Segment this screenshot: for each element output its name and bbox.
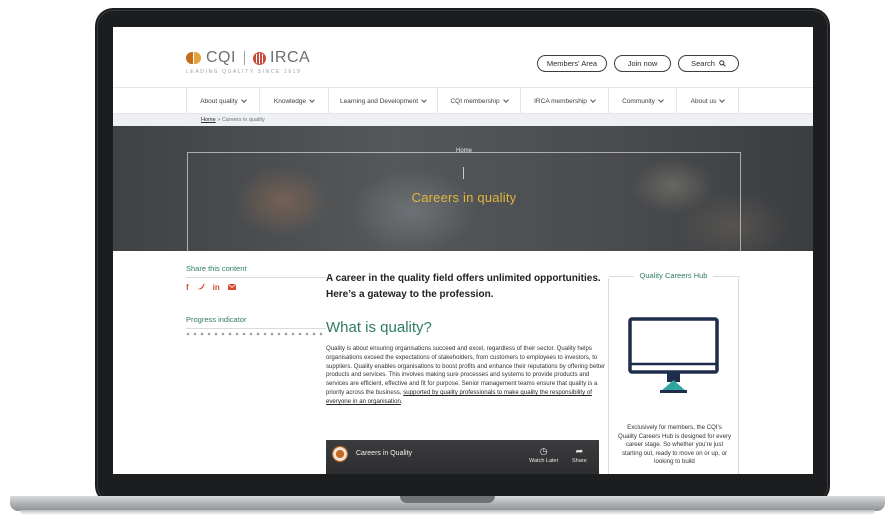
progress-label: Progress indicator [186, 315, 326, 329]
breadcrumb-separator: > [217, 117, 221, 123]
nav-learning-development[interactable]: Learning and Development [328, 88, 437, 114]
search-icon [719, 60, 726, 67]
share-label: Share this content [186, 264, 326, 278]
email-icon[interactable] [227, 283, 237, 292]
facebook-icon[interactable]: f [186, 283, 189, 292]
hub-title[interactable]: Quality Careers Hub [633, 271, 714, 280]
intro-text: A career in the quality field offers unl… [326, 273, 601, 300]
nav-label: About us [690, 97, 717, 105]
twitter-icon[interactable] [196, 283, 205, 292]
section-heading: What is quality? [326, 319, 432, 336]
members-area-button[interactable]: Members' Area [537, 55, 607, 72]
logo-tagline: LEADING QUALITY SINCE 1919 [186, 69, 302, 75]
cqi-logo-icon [186, 52, 202, 64]
join-now-button[interactable]: Join now [614, 55, 671, 72]
laptop-notch [400, 496, 495, 503]
clock-icon: ◷ [539, 446, 548, 456]
chevron-down-icon [421, 97, 427, 103]
twitter-bird-icon [196, 283, 205, 290]
page-title: Careers in quality [411, 190, 517, 205]
nav-irca-membership[interactable]: IRCA membership [520, 88, 608, 114]
browser-screen: CQI IRCA LEADING QUALITY SINCE 1919 Memb… [113, 27, 813, 474]
nav-label: Learning and Development [339, 97, 419, 105]
search-button[interactable]: Search [678, 55, 739, 72]
chevron-down-icon [658, 97, 664, 103]
nav-label: CQI membership [450, 97, 500, 105]
share-arrow-icon: ➦ [575, 446, 584, 456]
channel-avatar[interactable] [332, 446, 348, 462]
nav-label: Knowledge [273, 97, 307, 105]
hero-banner: Home Careers in quality [113, 126, 813, 251]
breadcrumb-current: Careers in quality [221, 117, 265, 123]
share-label-video: Share [572, 458, 587, 464]
nav-about-us[interactable]: About us [676, 88, 739, 114]
social-share-links: f in [186, 283, 326, 292]
main-content: A career in the quality field offers unl… [326, 271, 609, 407]
careers-hub-panel: Quality Careers Hub Exclusively for memb… [608, 271, 740, 474]
nav-about-quality[interactable]: About quality [186, 88, 259, 114]
irca-globe-icon [252, 51, 266, 65]
envelope-icon [227, 283, 237, 290]
video-title[interactable]: Careers in Quality [356, 450, 412, 457]
members-area-label: Members' Area [546, 59, 598, 68]
nav-knowledge[interactable]: Knowledge [259, 88, 328, 114]
logo-divider [243, 51, 245, 65]
video-player[interactable]: Careers in Quality ◷ Watch Later ➦ Share [326, 440, 599, 474]
nav-label: Community [622, 97, 655, 105]
logo-irca-text: IRCA [269, 49, 311, 66]
nav-cqi-membership[interactable]: CQI membership [437, 88, 520, 114]
chevron-down-icon [590, 97, 596, 103]
watch-later-label: Watch Later [529, 458, 559, 464]
hub-description: Exclusively for members, the CQI's Quali… [617, 424, 732, 466]
cqi-irca-logo[interactable]: CQI IRCA LEADING QUALITY SINCE 1919 [186, 49, 310, 75]
logo-cqi-text: CQI [206, 49, 236, 66]
hero-frame: Home Careers in quality [187, 148, 741, 251]
body-end: . [400, 397, 403, 405]
share-button[interactable]: ➦ Share [572, 446, 587, 464]
breadcrumb: Home > Careers in quality [113, 114, 813, 126]
chevron-down-icon [502, 97, 509, 103]
nav-label: About quality [200, 97, 238, 105]
nav-label: IRCA membership [534, 97, 587, 105]
nav-community[interactable]: Community [608, 88, 676, 114]
left-sidebar: Share this content f in Progress indicat… [186, 264, 326, 336]
watch-later-button[interactable]: ◷ Watch Later [529, 446, 558, 464]
hero-divider [463, 167, 464, 179]
chevron-down-icon [309, 97, 315, 103]
search-label: Search [691, 59, 715, 68]
chevron-down-icon [719, 97, 726, 103]
monitor-icon [628, 317, 719, 393]
linkedin-icon[interactable]: in [213, 283, 220, 292]
main-navigation: About quality Knowledge Learning and Dev… [113, 87, 813, 114]
site-header: CQI IRCA LEADING QUALITY SINCE 1919 Memb… [113, 27, 813, 87]
laptop-mockup: CQI IRCA LEADING QUALITY SINCE 1919 Memb… [0, 0, 895, 517]
chevron-down-icon [240, 97, 247, 103]
breadcrumb-home-link[interactable]: Home [201, 117, 216, 123]
hero-home-link[interactable]: Home [446, 148, 482, 154]
join-now-label: Join now [627, 59, 658, 68]
laptop-shadow [20, 510, 875, 515]
body-paragraph: Quality is about ensuring organisations … [326, 345, 609, 407]
progress-indicator-dots [186, 332, 326, 336]
